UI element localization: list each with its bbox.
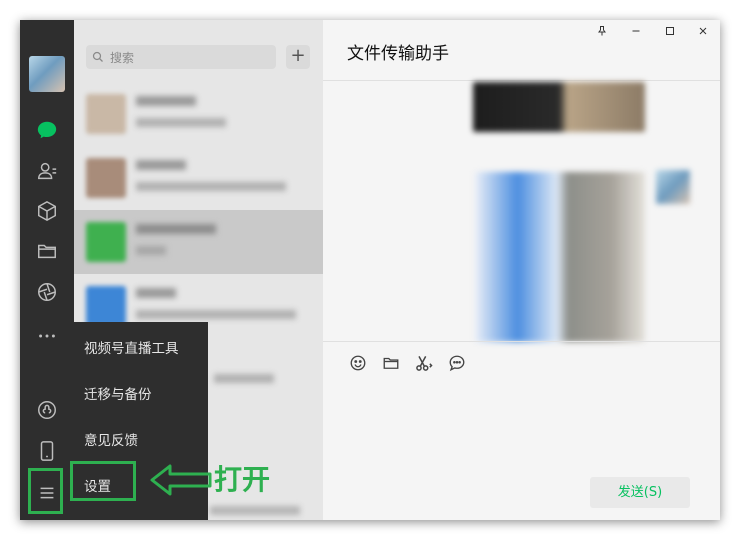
blurred-title xyxy=(136,96,196,106)
more-dots-icon[interactable] xyxy=(32,321,62,351)
favorites-cube-icon[interactable] xyxy=(32,196,62,226)
send-button[interactable]: 发送(S) xyxy=(590,477,690,508)
menu-item-migrate-backup[interactable]: 迁移与备份 xyxy=(84,383,152,403)
avatar xyxy=(86,222,126,262)
wechat-window: 搜索 + 文件传输助手 发送(S) 视频号直播工具 迁移与备份 意见反馈 设置 xyxy=(20,20,720,520)
minimize-icon[interactable] xyxy=(625,24,647,42)
chat-header: 文件传输助手 xyxy=(323,20,720,81)
chat-icon[interactable] xyxy=(32,115,62,145)
list-item-selected[interactable] xyxy=(74,210,323,274)
close-icon[interactable] xyxy=(692,24,714,42)
blurred-title xyxy=(136,288,176,298)
add-chat-button[interactable]: + xyxy=(286,45,310,69)
list-item[interactable] xyxy=(74,82,323,146)
blurred-preview xyxy=(214,374,274,383)
icon-rail xyxy=(20,20,74,520)
emoji-icon[interactable] xyxy=(347,352,369,374)
pin-icon[interactable] xyxy=(591,24,613,42)
input-toolbar xyxy=(323,341,720,381)
highlight-box-menu-button xyxy=(28,468,63,514)
contacts-icon[interactable] xyxy=(32,156,62,186)
highlight-box-settings xyxy=(70,461,136,501)
avatar xyxy=(656,170,690,204)
moments-aperture-icon[interactable] xyxy=(32,277,62,307)
chat-bubble-icon[interactable] xyxy=(446,352,468,374)
arrow-left-icon xyxy=(150,464,212,496)
phone-icon[interactable] xyxy=(32,436,62,466)
message-area xyxy=(323,82,720,342)
avatar xyxy=(86,158,126,198)
menu-item-live-tools[interactable]: 视频号直播工具 xyxy=(84,337,179,357)
mini-program-icon[interactable] xyxy=(32,395,62,425)
menu-item-feedback[interactable]: 意见反馈 xyxy=(84,429,138,449)
blurred-preview xyxy=(136,310,296,319)
folder-icon[interactable] xyxy=(32,236,62,266)
scissors-icon[interactable] xyxy=(413,352,435,374)
blurred-title xyxy=(136,160,186,170)
blurred-image-message[interactable] xyxy=(473,82,645,132)
blurred-preview xyxy=(210,506,300,515)
annotation-open-text: 打开 xyxy=(214,463,271,496)
maximize-icon[interactable] xyxy=(659,24,681,42)
chat-title: 文件传输助手 xyxy=(347,44,449,64)
avatar xyxy=(86,94,126,134)
search-placeholder: 搜索 xyxy=(110,50,135,65)
search-box[interactable]: 搜索 xyxy=(86,45,276,69)
blurred-preview xyxy=(136,246,166,255)
avatar xyxy=(86,286,126,326)
blurred-preview xyxy=(136,118,226,127)
blurred-preview xyxy=(136,182,286,191)
search-icon xyxy=(92,51,103,62)
chat-panel: 文件传输助手 发送(S) xyxy=(323,20,720,520)
blurred-title xyxy=(136,224,216,234)
list-item[interactable] xyxy=(74,146,323,210)
avatar[interactable] xyxy=(29,56,65,92)
blurred-image-message[interactable] xyxy=(475,172,645,342)
folder-icon[interactable] xyxy=(380,352,402,374)
